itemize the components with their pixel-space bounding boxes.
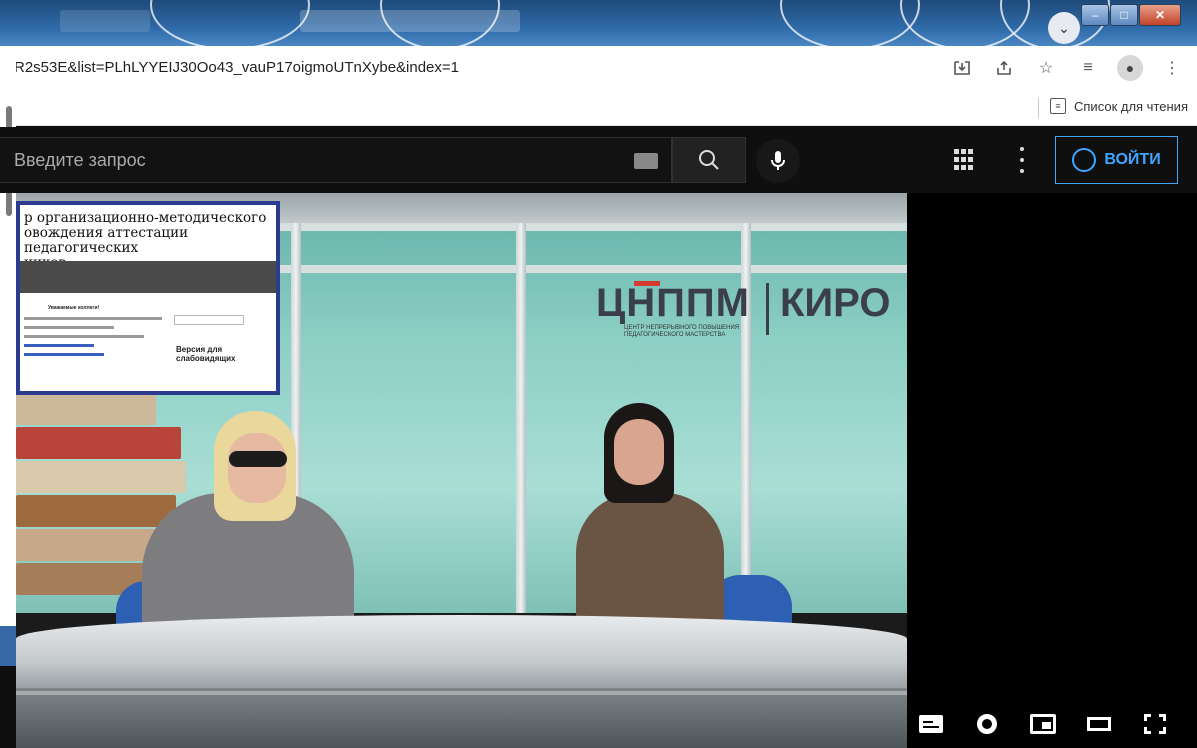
- logo-left-text: ЦНППМ: [596, 281, 750, 325]
- miniplayer-button[interactable]: [1027, 710, 1059, 738]
- reading-list-button[interactable]: ≡ Список для чтения: [1050, 98, 1188, 114]
- apps-grid-icon[interactable]: [954, 149, 976, 171]
- window-controls: – □ ✕: [1081, 4, 1182, 26]
- sunglasses: [229, 451, 287, 467]
- fullscreen-button[interactable]: [1139, 710, 1171, 738]
- address-bar-actions: ☆ ≡ ● ⋮: [941, 55, 1193, 81]
- search-button[interactable]: [672, 137, 746, 183]
- sign-in-label: ВОЙТИ: [1104, 151, 1161, 168]
- minimize-button[interactable]: –: [1081, 4, 1109, 26]
- logo-right-text: КИРО: [780, 281, 891, 325]
- sign-in-button[interactable]: ВОЙТИ: [1055, 136, 1178, 184]
- keyboard-icon[interactable]: [634, 153, 658, 169]
- account-icon: [1072, 148, 1097, 172]
- background-tab[interactable]: [60, 10, 150, 32]
- miniplayer-icon: [1030, 714, 1056, 734]
- presenter-left-face: [228, 433, 286, 503]
- studio-desk: [16, 615, 907, 695]
- search-placeholder: Введите запрос: [14, 150, 146, 170]
- video-player[interactable]: р организационно-методического овождения…: [16, 193, 907, 748]
- theater-mode-button[interactable]: [1083, 710, 1115, 738]
- progress-bar[interactable]: [16, 691, 907, 695]
- background-tab[interactable]: [300, 10, 520, 32]
- player-side-area: [907, 193, 1197, 748]
- slide-search-box: [174, 315, 244, 325]
- bookmarks-separator: [1038, 98, 1039, 118]
- wallpaper-curve: [150, 0, 310, 46]
- taskbar-edge: [0, 626, 16, 666]
- cnppm-kiro-logo: ЦНППМ КИРО ЦЕНТР НЕПРЕРЫВНОГО ПОВЫШЕНИЯ …: [596, 281, 896, 341]
- slide-navbar: [20, 261, 276, 293]
- playlist-icon[interactable]: ≡: [1067, 56, 1109, 80]
- share-icon[interactable]: [983, 56, 1025, 80]
- microphone-icon: [771, 151, 785, 170]
- presenter-right-body: [576, 493, 724, 633]
- presenter-right-face: [614, 419, 664, 485]
- kebab-icon[interactable]: ⋮: [1151, 56, 1193, 80]
- subtitles-icon: [919, 715, 943, 733]
- search-input[interactable]: Введите запрос: [0, 137, 672, 183]
- settings-button[interactable]: [971, 710, 1003, 738]
- avatar: ●: [1117, 55, 1143, 81]
- window-frame: [516, 223, 526, 613]
- studio-desk-base: [16, 688, 907, 748]
- slide-accessibility-label: Версия для слабовидящих: [176, 345, 236, 363]
- maximize-button[interactable]: □: [1110, 4, 1138, 26]
- voice-search-button[interactable]: [756, 139, 800, 183]
- slide-notice: Уважаемые коллеги!: [48, 305, 100, 311]
- address-bar: R2s53E&list=PLhLYYEIJ30Oo43_vauP17oigmoU…: [0, 46, 1197, 90]
- star-icon[interactable]: ☆: [1025, 56, 1067, 80]
- bookmarks-bar: ≡ Список для чтения: [0, 90, 1197, 126]
- close-button[interactable]: ✕: [1139, 4, 1181, 26]
- subtitles-button[interactable]: [915, 710, 947, 738]
- settings-gear-icon: [977, 714, 997, 734]
- theater-mode-icon: [1087, 717, 1111, 731]
- search-icon: [699, 150, 719, 170]
- window-titlebar: ⌄ – □ ✕: [0, 0, 1197, 46]
- logo-separator: [766, 283, 769, 335]
- wallpaper-curve: [780, 0, 920, 46]
- tab-search-chevron-icon[interactable]: ⌄: [1048, 12, 1080, 44]
- reading-list-label: Список для чтения: [1074, 98, 1188, 114]
- url-field[interactable]: R2s53E&list=PLhLYYEIJ30Oo43_vauP17oigmoU…: [14, 59, 459, 76]
- reading-list-icon: ≡: [1050, 98, 1066, 114]
- settings-more-icon[interactable]: [1014, 147, 1030, 173]
- youtube-header: Введите запрос ВОЙТИ: [0, 127, 1197, 193]
- screen: ⌄ – □ ✕ R2s53E&list=PLhLYYEIJ30Oo43_vauP…: [0, 0, 1197, 748]
- profile-icon[interactable]: ●: [1109, 55, 1151, 81]
- slide-body: Уважаемые коллеги!: [24, 305, 164, 385]
- download-icon[interactable]: [941, 56, 983, 80]
- fullscreen-icon: [1144, 714, 1166, 734]
- logo-subtitle: ЦЕНТР НЕПРЕРЫВНОГО ПОВЫШЕНИЯ ПЕДАГОГИЧЕС…: [624, 325, 740, 338]
- website-slide: р организационно-методического овождения…: [16, 201, 280, 395]
